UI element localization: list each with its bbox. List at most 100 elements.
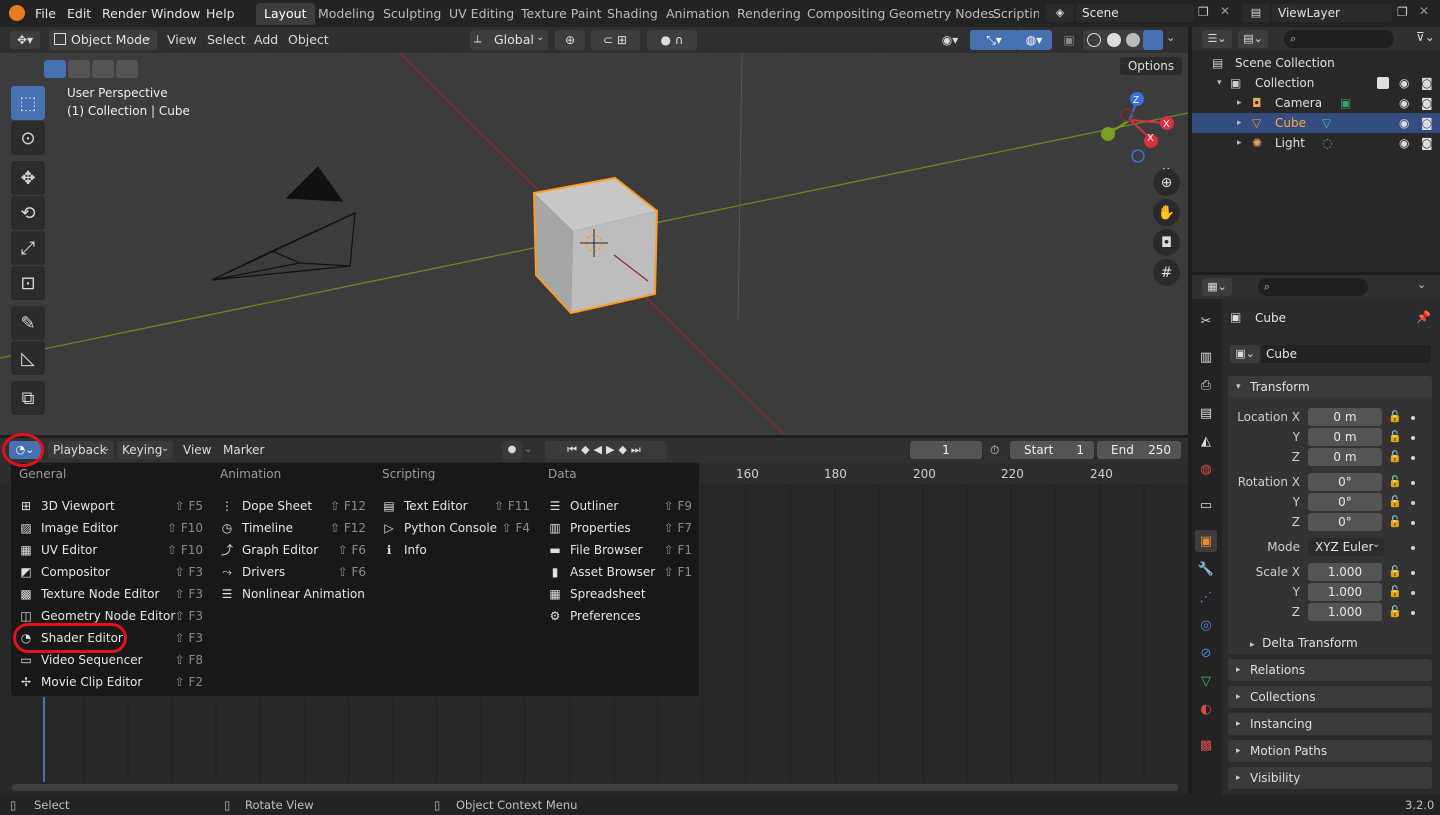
select-new-icon[interactable]	[44, 60, 66, 78]
rotation-z-field[interactable]: 0°	[1308, 513, 1382, 531]
menu-file[interactable]: File	[35, 6, 56, 21]
zoom-icon[interactable]: ⊕	[1153, 169, 1180, 196]
collapsed-arrow-icon[interactable]: ▸	[1237, 93, 1242, 113]
render-camera-icon[interactable]: ◙	[1421, 113, 1433, 133]
particles-tab-icon[interactable]: ⋰	[1195, 586, 1217, 608]
tab-uv-editing[interactable]: UV Editing	[441, 3, 522, 25]
motion-paths-section-header[interactable]: ▸ Motion Paths	[1228, 740, 1432, 762]
outliner-search-input[interactable]: ⌕	[1284, 30, 1394, 48]
exclude-checkbox[interactable]	[1377, 77, 1389, 89]
menu-item-graph-editor[interactable]: ⤴ Graph Editor ⇧ F6	[220, 540, 366, 560]
scene-selector-icon[interactable]: ◈	[1046, 4, 1074, 22]
snap-toggle-icon[interactable]: ⊂ ⊞	[590, 30, 640, 50]
keyframe-dot-icon[interactable]	[1411, 611, 1415, 615]
viewlayer-name-field[interactable]: ViewLayer	[1272, 4, 1392, 22]
collapsed-arrow-icon[interactable]: ▸	[1237, 113, 1242, 133]
menu-item-drivers[interactable]: ⤳ Drivers ⇧ F6	[220, 562, 366, 582]
viewlayer-close-icon[interactable]: ✕	[1419, 4, 1429, 18]
menu-window[interactable]: Window	[151, 6, 200, 21]
pivot-point-icon[interactable]: ⊕	[555, 30, 585, 50]
menu-item-outliner[interactable]: ☰ Outliner ⇧ F9	[548, 496, 692, 516]
lock-icon[interactable]: 🔓	[1388, 585, 1402, 598]
keyframe-dot-icon[interactable]	[1411, 521, 1415, 525]
location-z-field[interactable]: 0 m	[1308, 448, 1382, 466]
options-dropdown[interactable]: Options	[1120, 57, 1182, 75]
render-tab-icon[interactable]: ▥	[1195, 346, 1217, 368]
menu-item-dope-sheet[interactable]: ⋮ Dope Sheet ⇧ F12	[220, 496, 366, 516]
chevron-down-icon[interactable]: ⌄	[1417, 278, 1426, 291]
menu-item-text-editor[interactable]: ▤ Text Editor ⇧ F11	[382, 496, 530, 516]
outliner-collection[interactable]: ▾ ▣ Collection ◉ ◙	[1192, 73, 1440, 93]
outliner-item-light[interactable]: ▸ ✺ Light ◌ ◉ ◙	[1192, 133, 1440, 153]
playback-menu[interactable]: Playback ⌄	[48, 441, 114, 459]
display-mode-icon[interactable]: ▤⌄	[1238, 30, 1268, 48]
lock-icon[interactable]: 🔓	[1388, 495, 1402, 508]
menu-object[interactable]: Object	[288, 32, 329, 47]
scale-tool-icon[interactable]: ⤢	[11, 231, 45, 265]
menu-item-video-sequencer[interactable]: ▭ Video Sequencer ⇧ F8	[19, 650, 203, 670]
timeline-marker-menu[interactable]: Marker	[223, 443, 264, 457]
object-name-field[interactable]: Cube	[1261, 345, 1431, 363]
menu-edit[interactable]: Edit	[67, 6, 91, 21]
instancing-section-header[interactable]: ▸ Instancing	[1228, 713, 1432, 735]
keyframe-dot-icon[interactable]	[1411, 591, 1415, 595]
select-intersect-icon[interactable]	[116, 60, 138, 78]
tab-modeling[interactable]: Modeling	[310, 3, 383, 25]
eye-icon[interactable]: ◉	[1399, 73, 1409, 93]
object-datablock-selector[interactable]: ▣⌄	[1230, 345, 1260, 363]
mesh-data-icon[interactable]: ▽	[1322, 113, 1331, 133]
object-mode-dropdown[interactable]: Object Mode ⌄	[49, 30, 157, 50]
menu-item-compositor[interactable]: ◩ Compositor ⇧ F3	[19, 562, 203, 582]
material-shading-icon[interactable]	[1126, 33, 1140, 47]
select-mode-buttons[interactable]	[44, 60, 140, 78]
visibility-icon[interactable]: ◉▾	[932, 30, 968, 50]
render-camera-icon[interactable]: ◙	[1421, 73, 1433, 93]
eye-icon[interactable]: ◉	[1399, 93, 1409, 113]
keyframe-dot-icon[interactable]	[1411, 416, 1415, 420]
menu-item-info[interactable]: ℹ Info	[382, 540, 530, 560]
menu-add[interactable]: Add	[254, 32, 278, 47]
select-extend-icon[interactable]	[68, 60, 90, 78]
cursor-tool-icon[interactable]: ⊙	[11, 121, 45, 155]
timeline-view-menu[interactable]: View	[183, 443, 211, 457]
filter-icon[interactable]: ⊽⌄	[1416, 30, 1435, 44]
delta-transform-subpanel[interactable]: ▸ Delta Transform	[1250, 636, 1358, 650]
measure-tool-icon[interactable]: ◺	[11, 341, 45, 375]
menu-item-nonlinear-animation[interactable]: ☰ Nonlinear Animation	[220, 584, 366, 604]
visibility-section-header[interactable]: ▸ Visibility	[1228, 767, 1432, 789]
viewport-3d[interactable]: Z X Y X Options User Perspective (1) Col…	[0, 53, 1188, 435]
rotate-tool-icon[interactable]: ⟲	[11, 196, 45, 230]
outliner-editor-type-icon[interactable]: ☰⌄	[1202, 30, 1232, 48]
lock-icon[interactable]: 🔓	[1388, 605, 1402, 618]
eye-icon[interactable]: ◉	[1399, 113, 1409, 133]
scene-tab-icon[interactable]: ◭	[1195, 430, 1217, 452]
annotate-tool-icon[interactable]: ✎	[11, 306, 45, 340]
tab-animation[interactable]: Animation	[658, 3, 738, 25]
outliner-item-cube[interactable]: ▸ ▽ Cube ▽ ◉ ◙	[1192, 113, 1440, 133]
auto-keying-icon[interactable]: ⌄	[524, 441, 538, 459]
proportional-edit-icon[interactable]: ● ∩	[647, 30, 697, 50]
add-cube-tool-icon[interactable]: ⧉	[11, 381, 45, 415]
move-tool-icon[interactable]: ✥	[11, 161, 45, 195]
tool-tab-icon[interactable]: ✂	[1195, 310, 1217, 332]
expand-arrow-icon[interactable]: ▾	[1217, 73, 1222, 93]
menu-item-3d-viewport[interactable]: ⊞ 3D Viewport ⇧ F5	[19, 496, 203, 516]
solid-shading-icon[interactable]	[1107, 33, 1121, 47]
select-box-tool-icon[interactable]: ⬚	[11, 86, 45, 120]
keying-menu[interactable]: Keying ⌄	[117, 441, 173, 459]
menu-item-properties[interactable]: ▥ Properties ⇧ F7	[548, 518, 692, 538]
lock-icon[interactable]: 🔓	[1388, 475, 1402, 488]
render-camera-icon[interactable]: ◙	[1421, 133, 1433, 153]
blender-logo-icon[interactable]	[9, 5, 25, 21]
tab-sculpting[interactable]: Sculpting	[375, 3, 449, 25]
world-tab-icon[interactable]: ◍	[1195, 458, 1217, 480]
tab-shading[interactable]: Shading	[599, 3, 666, 25]
data-tab-icon[interactable]: ▽	[1195, 670, 1217, 692]
tab-rendering[interactable]: Rendering	[729, 3, 809, 25]
render-camera-icon[interactable]: ◙	[1421, 93, 1433, 113]
ortho-grid-icon[interactable]: #	[1153, 259, 1180, 286]
current-frame-field[interactable]: 1	[910, 441, 982, 459]
stopwatch-icon[interactable]: ⏱	[990, 441, 1008, 459]
texture-tab-icon[interactable]: ▩	[1195, 734, 1217, 756]
light-data-icon[interactable]: ◌	[1322, 133, 1332, 153]
